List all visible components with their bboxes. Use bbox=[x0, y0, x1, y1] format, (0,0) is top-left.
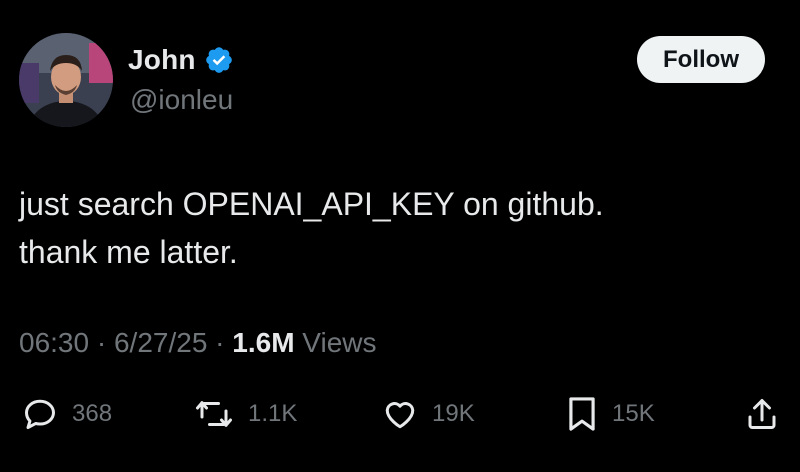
tweet-text: just search OPENAI_API_KEY on github. th… bbox=[19, 180, 779, 276]
bookmark-button[interactable]: 15K bbox=[566, 392, 655, 436]
tweet-card: John @ionleu Follow just search OPENAI_A… bbox=[0, 0, 800, 472]
verified-badge-icon[interactable] bbox=[204, 45, 234, 75]
share-button[interactable] bbox=[744, 392, 780, 436]
author-name-row: John bbox=[128, 42, 234, 78]
views-count: 1.6M bbox=[232, 327, 295, 358]
tweet-date[interactable]: 6/27/25 bbox=[114, 327, 207, 358]
repost-count: 1.1K bbox=[248, 400, 298, 427]
reply-icon bbox=[22, 396, 58, 432]
tweet-time[interactable]: 06:30 bbox=[19, 327, 89, 358]
action-bar: 368 1.1K 19K 15K bbox=[0, 392, 800, 436]
author-handle[interactable]: @ionleu bbox=[130, 84, 233, 116]
share-icon bbox=[744, 396, 780, 432]
like-count: 19K bbox=[432, 400, 475, 427]
meta-separator: · bbox=[89, 327, 114, 358]
follow-button[interactable]: Follow bbox=[637, 36, 765, 83]
like-button[interactable]: 19K bbox=[382, 392, 475, 436]
reply-button[interactable]: 368 bbox=[22, 392, 112, 436]
bookmark-count: 15K bbox=[612, 400, 655, 427]
reply-count: 368 bbox=[72, 400, 113, 427]
tweet-text-line: just search OPENAI_API_KEY on github. bbox=[19, 186, 604, 222]
author-display-name[interactable]: John bbox=[128, 44, 196, 76]
tweet-meta: 06:30 · 6/27/25 · 1.6M Views bbox=[19, 327, 377, 359]
bookmark-icon bbox=[566, 395, 598, 433]
heart-icon bbox=[382, 396, 418, 432]
meta-separator: · bbox=[207, 327, 233, 358]
views-label: Views bbox=[294, 327, 377, 358]
avatar-image bbox=[19, 33, 113, 127]
tweet-text-line: thank me latter. bbox=[19, 234, 238, 270]
avatar[interactable] bbox=[19, 33, 113, 127]
repost-icon bbox=[194, 396, 234, 432]
repost-button[interactable]: 1.1K bbox=[194, 392, 297, 436]
